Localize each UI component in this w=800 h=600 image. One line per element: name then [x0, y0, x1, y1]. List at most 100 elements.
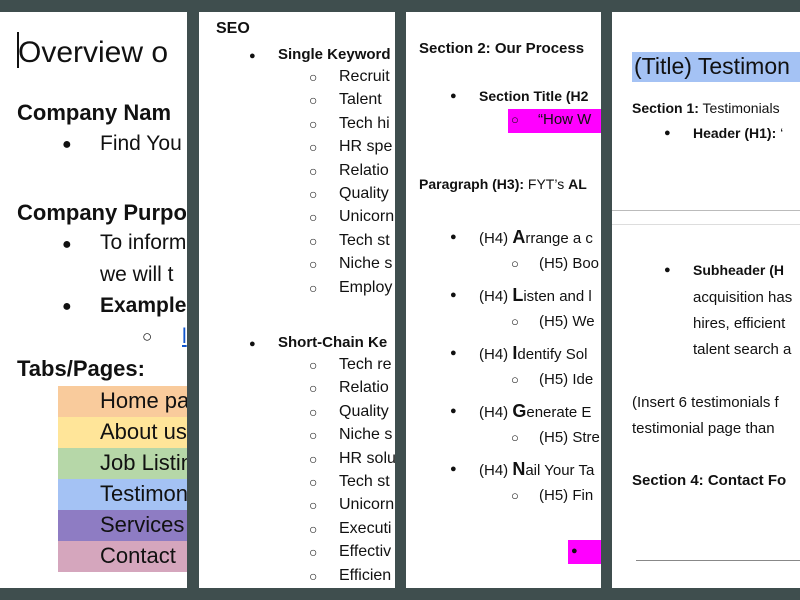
circle-bullet-icon	[309, 474, 317, 490]
keyword-item: HR solu	[339, 449, 395, 467]
circle-bullet-icon	[511, 314, 519, 329]
section-2-heading: Section 2: Our Process	[419, 40, 585, 57]
process-step-h5: (H5) Ide	[539, 371, 594, 388]
tab-contact: Contact	[58, 541, 187, 572]
document-page-overview: Overview o Company Nam Find You Company …	[0, 12, 187, 588]
process-step-h4: (H4) Listen and l	[479, 285, 592, 306]
process-step-h4: (H4) Identify Sol	[479, 343, 587, 364]
paragraph-value-bold: AL	[568, 176, 587, 192]
bullet-icon	[249, 338, 256, 350]
process-step-h4: (H4) Generate E	[479, 401, 591, 422]
process-step-h5: (H5) Stre	[539, 429, 600, 446]
short-chain-label: Short-Chain Ke	[278, 334, 388, 351]
example-link[interactable]: l	[182, 325, 187, 349]
circle-bullet-icon	[309, 116, 317, 132]
company-name-value: Find You	[100, 132, 182, 155]
circle-bullet-icon	[309, 357, 317, 373]
process-step-h5: (H5) Fin	[539, 487, 594, 504]
circle-bullet-icon	[309, 280, 317, 296]
testimonials-title: (Title) Testimon	[634, 53, 790, 79]
doc-title: Overview o	[18, 36, 169, 69]
circle-bullet-icon	[511, 256, 519, 271]
circle-bullet-icon	[511, 372, 519, 387]
document-page-testimonials: (Title) Testimon Section 1: Testimonials…	[612, 12, 800, 588]
purpose-line-2: we will t	[100, 263, 174, 286]
circle-bullet-icon	[309, 497, 317, 513]
purpose-line-1: To inform	[100, 231, 187, 254]
subheader-line-3: talent search a	[693, 341, 792, 358]
circle-bullet-icon	[309, 256, 317, 272]
circle-bullet-icon	[309, 568, 317, 584]
bullet-icon	[450, 347, 457, 359]
subheader-line-1: acquisition has	[693, 289, 793, 306]
circle-bullet-icon	[511, 112, 519, 127]
header-value: ‘	[776, 125, 784, 141]
bullet-icon	[450, 231, 457, 243]
circle-bullet-icon	[511, 430, 519, 445]
keyword-item: Tech st	[339, 231, 390, 249]
insert-note-line-2: testimonial page than	[632, 420, 775, 437]
step-acronym-letter: N	[512, 459, 526, 479]
circle-bullet-icon	[309, 380, 317, 396]
step-h4-text: rrange a c	[525, 230, 593, 247]
keyword-item: Employ	[339, 278, 393, 296]
step-acronym-letter: G	[512, 401, 527, 421]
tab-testimonials: Testimon	[58, 479, 187, 510]
circle-bullet-icon	[309, 69, 317, 85]
bullet-icon	[450, 289, 457, 301]
company-name-heading: Company Nam	[17, 100, 172, 125]
keyword-item: Niche s	[339, 426, 393, 444]
section-1-value: Testimonials	[698, 100, 780, 116]
circle-bullet-icon	[309, 92, 317, 108]
keyword-item: Quality	[339, 402, 389, 420]
step-h4-text: dentify Sol	[517, 346, 588, 363]
keyword-item: Niche s	[339, 255, 393, 273]
keyword-item: Tech re	[339, 356, 392, 373]
keyword-item: Executi	[339, 519, 392, 537]
tab-job-listings: Job Listin	[58, 448, 187, 479]
header-label: Header (H1):	[693, 125, 777, 141]
section-title-label: Section Title (H2	[479, 88, 589, 104]
step-h4-prefix: (H4)	[479, 346, 513, 363]
keyword-item: Recruit	[339, 68, 390, 85]
section-4-heading: Section 4: Contact Fo	[632, 472, 787, 489]
page-break-divider	[612, 224, 800, 225]
step-h4-prefix: (H4)	[479, 462, 513, 479]
circle-bullet-icon	[309, 427, 317, 443]
process-step-h5: (H5) We	[539, 313, 595, 330]
document-page-seo: SEO Single Keyword Recruit Talent Tech hi H…	[199, 12, 395, 588]
keyword-item: Unicorn	[339, 208, 395, 226]
keyword-item: Relatio	[339, 161, 389, 179]
bullet-icon	[450, 463, 457, 475]
bullet-icon	[62, 298, 72, 316]
bullet-icon	[450, 405, 457, 417]
paragraph-label: Paragraph (H3):	[419, 176, 525, 192]
document-page-process: Section 2: Our Process Section Title (H2…	[406, 12, 601, 588]
bullet-icon	[571, 545, 578, 557]
subheader-label: Subheader (H	[693, 262, 785, 278]
keyword-item: Tech hi	[339, 114, 390, 132]
page-break-divider	[612, 210, 800, 211]
section-1-label: Section 1:	[632, 100, 699, 116]
paragraph-value: FYT’s	[524, 176, 569, 192]
step-h4-prefix: (H4)	[479, 288, 513, 305]
company-purpose-heading: Company Purpo	[17, 200, 187, 225]
bullet-icon	[62, 236, 72, 254]
bullet-icon	[249, 50, 256, 62]
circle-bullet-icon	[309, 163, 317, 179]
section-title-value: “How W	[538, 111, 592, 128]
keyword-item: Tech st	[339, 473, 390, 490]
step-acronym-letter: A	[512, 227, 526, 247]
circle-bullet-icon	[309, 544, 317, 560]
process-step-h5: (H5) Boo	[539, 255, 600, 272]
bullet-icon	[664, 127, 671, 139]
step-h4-text: isten and l	[523, 288, 592, 305]
process-step-h4: (H4) Nail Your Ta	[479, 459, 594, 480]
single-keyword-label: Single Keyword	[278, 46, 391, 63]
process-step-h4: (H4) Arrange a c	[479, 227, 593, 248]
circle-bullet-icon	[309, 451, 317, 467]
bottom-rule	[636, 560, 800, 561]
circle-bullet-icon	[309, 186, 317, 202]
keyword-item: Efficien	[339, 566, 392, 584]
seo-heading: SEO	[216, 20, 250, 37]
